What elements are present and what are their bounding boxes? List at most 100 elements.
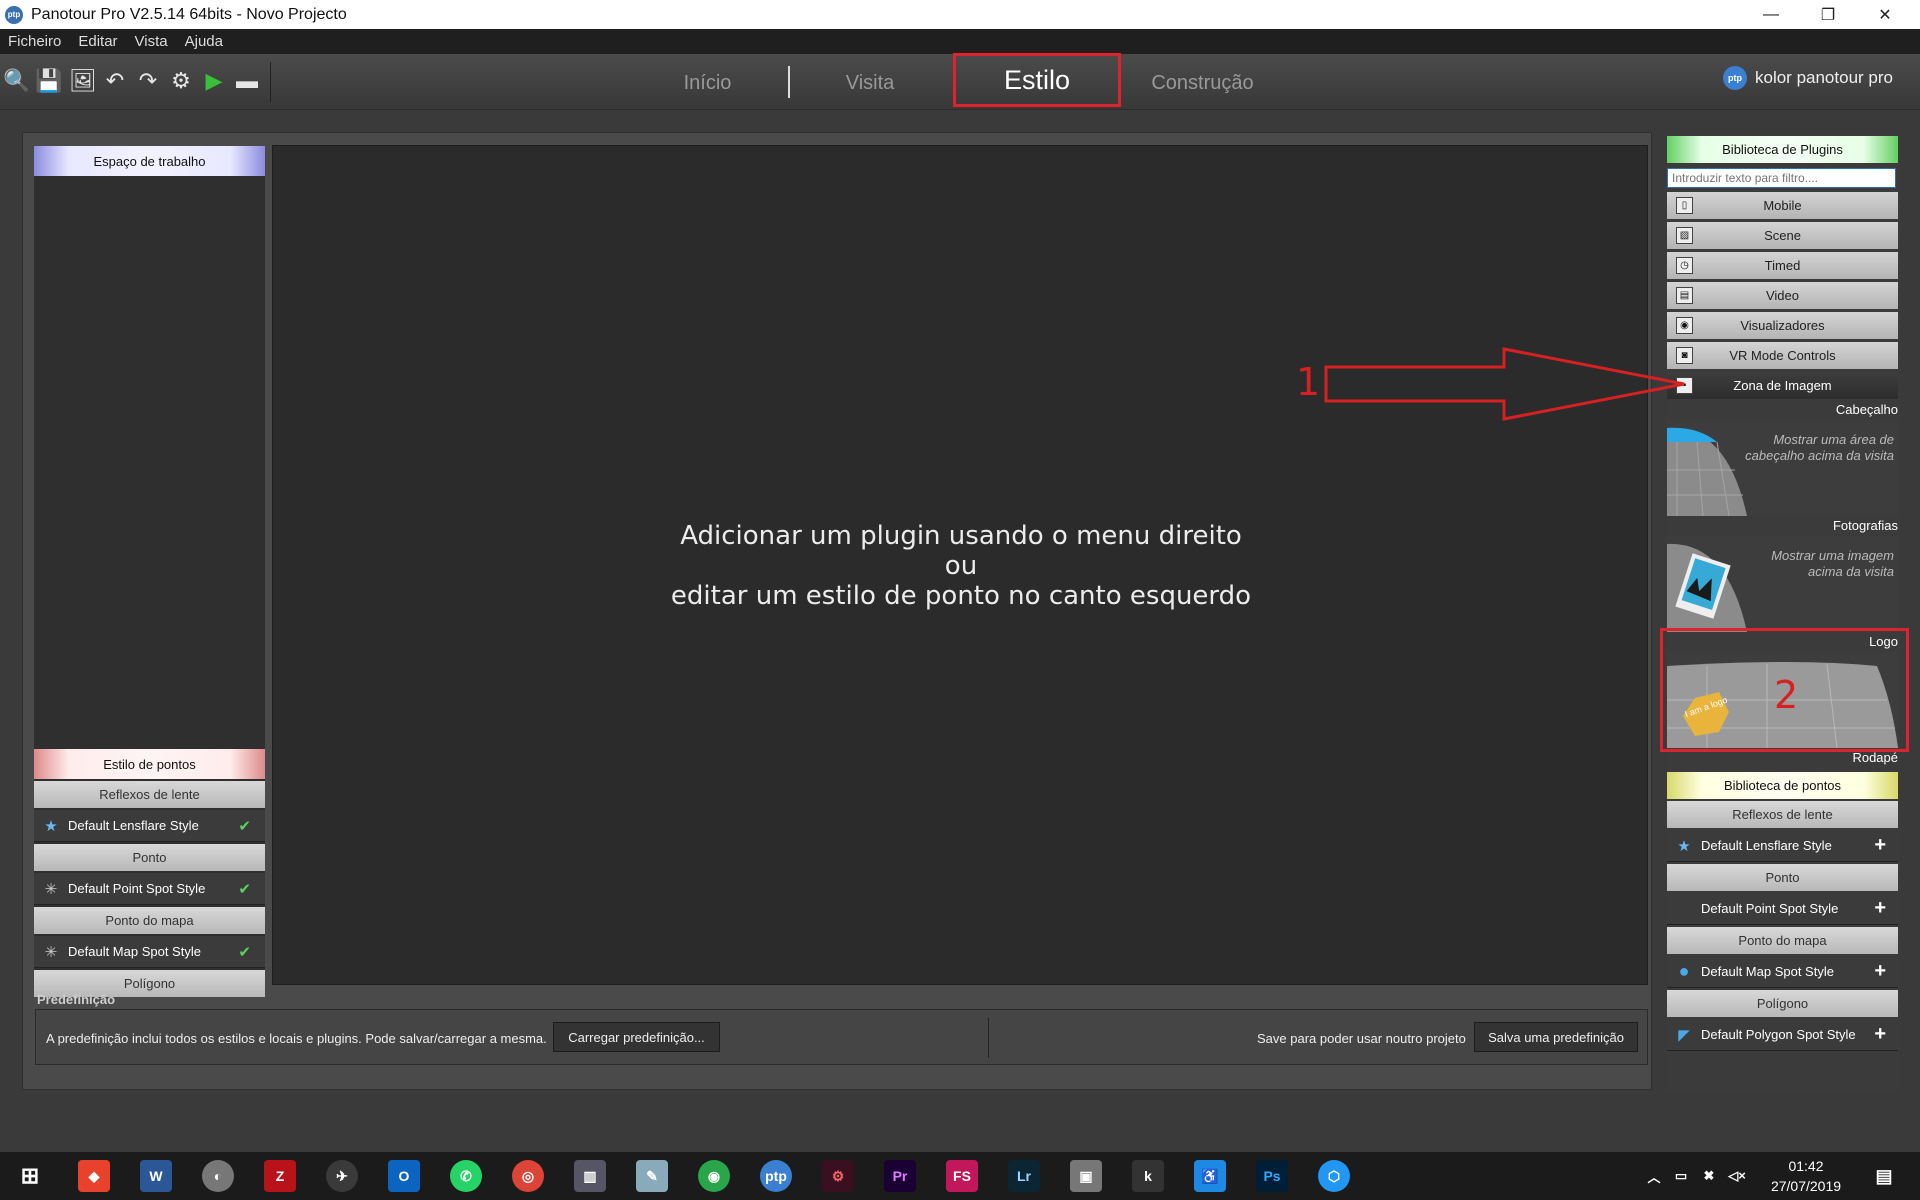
cube-app-icon[interactable]: ⬡	[1318, 1160, 1350, 1192]
tab-inicio[interactable]: Início	[665, 68, 750, 98]
scene-icon: ▨	[1676, 227, 1693, 244]
plugin-group-scene[interactable]: ▨ Scene	[1667, 222, 1898, 249]
spot-category-point[interactable]: Ponto	[1667, 864, 1898, 891]
undo-icon[interactable]: ↶	[102, 68, 128, 94]
krpano-icon[interactable]: k	[1132, 1160, 1164, 1192]
menu-vista[interactable]: Vista	[127, 33, 177, 50]
left-category-map-point[interactable]: Ponto do mapa	[34, 907, 265, 934]
tab-visita[interactable]: Visita	[830, 68, 910, 98]
canvas-message-line2: ou	[944, 551, 978, 581]
minimize-button[interactable]: —	[1743, 0, 1799, 29]
spot-category-lensflare[interactable]: Reflexos de lente	[1667, 801, 1898, 828]
spot-category-map-point[interactable]: Ponto do mapa	[1667, 927, 1898, 954]
map-spot-circle-icon: ●	[1678, 961, 1690, 981]
photoshop-icon[interactable]: Ps	[1256, 1160, 1288, 1192]
close-button[interactable]: ✕	[1857, 0, 1913, 29]
spot-style-header: Estilo de pontos	[34, 749, 265, 779]
folder-icon[interactable]: ▬	[234, 68, 260, 94]
canvas-message: Adicionar um plugin usando o menu direit…	[273, 521, 1649, 611]
spot-item-polygon[interactable]: ◤ Default Polygon Spot Style +	[1667, 1019, 1898, 1051]
plugin-group-label: Timed	[1764, 258, 1801, 273]
plugin-thumb-header[interactable]: Mostrar uma área de cabeçalho acima da v…	[1667, 420, 1898, 516]
add-plus-icon[interactable]: +	[1874, 834, 1886, 857]
plugin-filter-input[interactable]	[1667, 168, 1896, 188]
restore-button[interactable]: ❐	[1800, 0, 1856, 29]
add-plus-icon[interactable]: +	[1874, 960, 1886, 983]
notification-center-icon[interactable]: ▤	[1868, 1160, 1900, 1192]
tab-construcao[interactable]: Construção	[1140, 68, 1265, 98]
plugin-group-viewers[interactable]: ◉ Visualizadores	[1667, 312, 1898, 339]
menu-ajuda[interactable]: Ajuda	[177, 33, 232, 50]
fs-app-icon[interactable]: FS	[946, 1160, 978, 1192]
menu-editar[interactable]: Editar	[70, 33, 126, 50]
tray-chevron-icon[interactable]: ︿	[1644, 1160, 1664, 1192]
workspace-area	[34, 176, 265, 726]
save-icon[interactable]: 💾	[35, 68, 62, 94]
plugin-group-image-zone[interactable]: ▪ Zona de Imagem	[1667, 372, 1898, 399]
network-icon[interactable]: ▭	[1670, 1160, 1692, 1192]
redo-icon[interactable]: ↷	[135, 68, 161, 94]
dropbox-icon[interactable]: ✖	[1698, 1160, 1720, 1192]
spot-item-lensflare[interactable]: ★ Default Lensflare Style +	[1667, 830, 1898, 862]
play-preview-icon[interactable]: ▶	[201, 68, 227, 94]
left-category-point[interactable]: Ponto	[34, 844, 265, 871]
ptgui-icon[interactable]: ◐	[202, 1160, 234, 1192]
annotation-number-1: 1	[1296, 360, 1321, 404]
open-project-icon[interactable]: 🔍	[3, 68, 30, 94]
tab-estilo[interactable]: Estilo	[953, 53, 1121, 107]
plugin-group-vr-mode[interactable]: ◙ VR Mode Controls	[1667, 342, 1898, 369]
accessibility-app-icon[interactable]: ♿	[1194, 1160, 1226, 1192]
canvas-message-line1: Adicionar um plugin usando o menu direit…	[680, 521, 1242, 551]
filezilla-icon[interactable]: Z	[264, 1160, 296, 1192]
green-app-icon[interactable]: ◉	[698, 1160, 730, 1192]
spot-item-point[interactable]: Default Point Spot Style +	[1667, 893, 1898, 925]
check-icon: ✔	[238, 817, 251, 835]
check-icon: ✔	[238, 880, 251, 898]
word-icon[interactable]: W	[140, 1160, 172, 1192]
thumb-label-footer: Rodapé	[1852, 750, 1898, 765]
load-preset-button[interactable]: Carregar predefinição...	[553, 1022, 720, 1052]
lightroom-icon[interactable]: Lr	[1008, 1160, 1040, 1192]
save-preset-button[interactable]: Salva uma predefinição	[1474, 1022, 1638, 1052]
plugin-group-timed[interactable]: ◷ Timed	[1667, 252, 1898, 279]
left-item-label: Default Point Spot Style	[68, 881, 206, 896]
spot-category-polygon[interactable]: Polígono	[1667, 990, 1898, 1017]
game-app-icon[interactable]: ▥	[574, 1160, 606, 1192]
premiere-icon[interactable]: Pr	[884, 1160, 916, 1192]
anydesk-icon[interactable]: ◆	[78, 1160, 110, 1192]
paint-app-icon[interactable]: ✎	[636, 1160, 668, 1192]
left-item-point[interactable]: ✳ Default Point Spot Style ✔	[34, 873, 265, 905]
brand: ptp kolor panotour pro	[1723, 66, 1893, 90]
volume-muted-icon[interactable]: ◁×	[1726, 1160, 1748, 1192]
left-item-label: Default Lensflare Style	[68, 818, 199, 833]
plugin-thumb-photos[interactable]: Mostrar uma imagem acima da visita	[1667, 536, 1898, 632]
panotour-taskbar-icon[interactable]: ptp	[760, 1160, 792, 1192]
tab-divider	[788, 66, 790, 98]
add-panorama-icon[interactable]: 🖼	[69, 68, 97, 94]
plugin-group-label: Scene	[1764, 228, 1801, 243]
satellite-app-icon[interactable]: ✈	[326, 1160, 358, 1192]
left-category-lensflare[interactable]: Reflexos de lente	[34, 781, 265, 808]
clock-date: 27/07/2019	[1770, 1178, 1842, 1194]
spot-item-map-point[interactable]: ● Default Map Spot Style +	[1667, 956, 1898, 988]
add-plus-icon[interactable]: +	[1874, 897, 1886, 920]
plugin-group-mobile[interactable]: ▯ Mobile	[1667, 192, 1898, 219]
outlook-icon[interactable]: O	[388, 1160, 420, 1192]
whatsapp-icon[interactable]: ✆	[450, 1160, 482, 1192]
plugin-group-video[interactable]: ▤ Video	[1667, 282, 1898, 309]
menu-ficheiro[interactable]: Ficheiro	[0, 33, 70, 50]
windows-start-icon[interactable]: ⊞	[14, 1160, 46, 1192]
spot-item-label: Default Lensflare Style	[1701, 838, 1832, 853]
left-item-map-point[interactable]: ✳ Default Map Spot Style ✔	[34, 936, 265, 968]
chrome-icon[interactable]: ◎	[512, 1160, 544, 1192]
photos-app-icon[interactable]: ▣	[1070, 1160, 1102, 1192]
app-icon: ptp	[5, 5, 23, 24]
add-plus-icon[interactable]: +	[1874, 1023, 1886, 1046]
autopano-icon[interactable]: ⚙	[822, 1160, 854, 1192]
settings-gear-icon[interactable]: ⚙	[168, 68, 194, 94]
preset-description: A predefinição inclui todos os estilos e…	[46, 1031, 547, 1046]
left-item-lensflare[interactable]: ★ Default Lensflare Style ✔	[34, 810, 265, 842]
editor-canvas[interactable]: Adicionar um plugin usando o menu direit…	[272, 145, 1648, 985]
mobile-icon: ▯	[1676, 197, 1693, 214]
system-clock[interactable]: 01:42 27/07/2019	[1766, 1156, 1846, 1196]
